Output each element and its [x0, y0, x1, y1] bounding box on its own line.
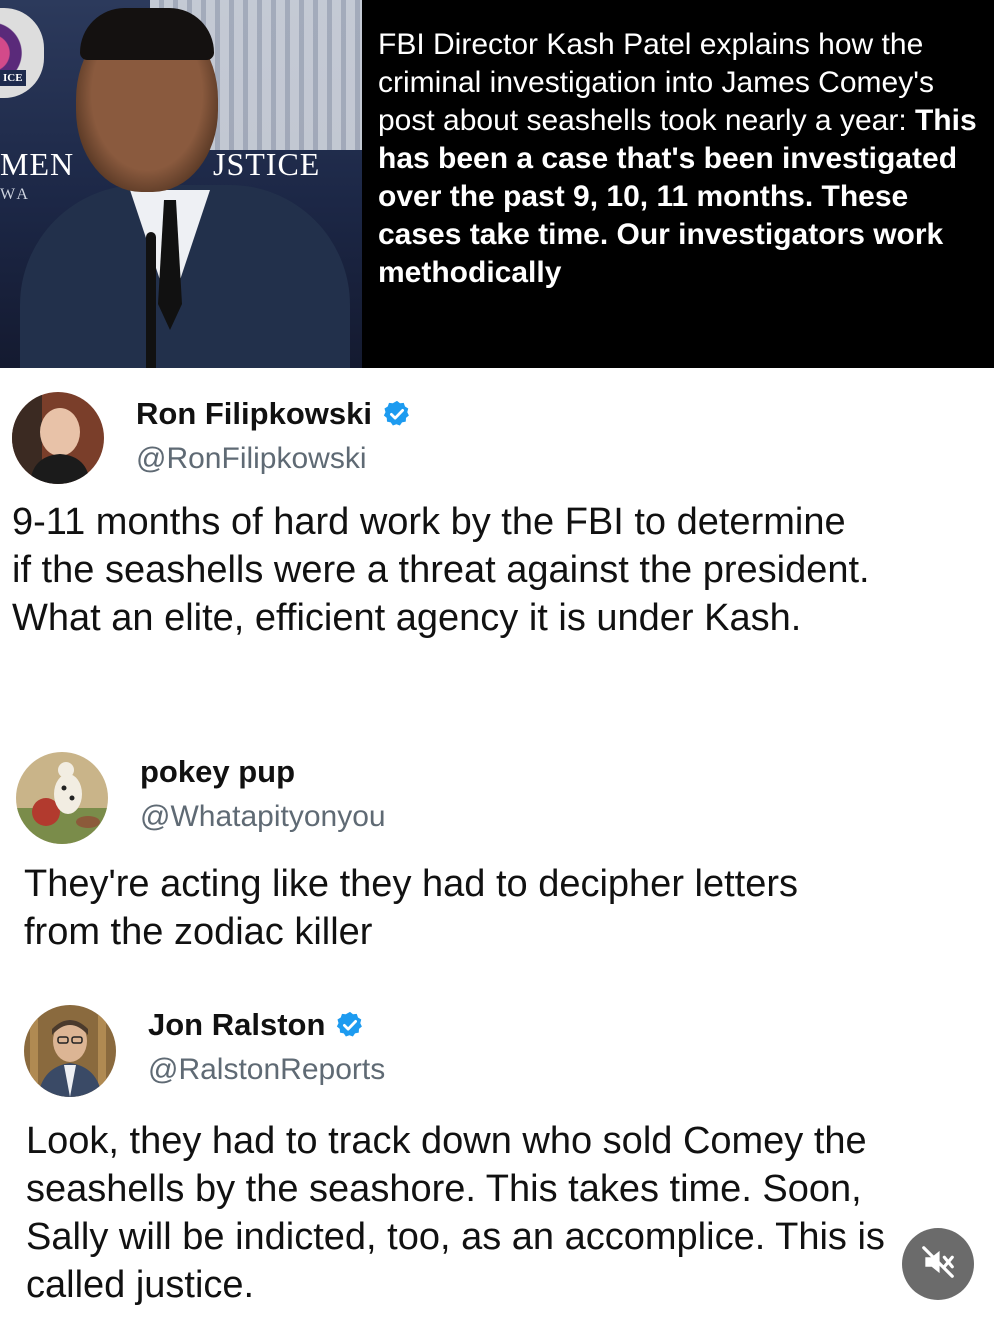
- tweet-text: 9-11 months of hard work by the FBI to d…: [12, 501, 870, 639]
- display-name-row: Ron Filipkowski: [136, 396, 412, 432]
- seal-text: ICE: [0, 70, 26, 86]
- avatar[interactable]: [12, 392, 104, 484]
- display-name[interactable]: Ron Filipkowski: [136, 396, 372, 432]
- speaker-hair: [80, 8, 214, 60]
- tweet-text: They're acting like they had to decipher…: [24, 863, 799, 953]
- handle[interactable]: @RonFilipkowski: [136, 442, 367, 476]
- display-name[interactable]: Jon Ralston: [148, 1007, 325, 1043]
- news-card: ICE MEN JSTICE WA FBI Director Kash Pate…: [0, 0, 994, 368]
- muted-speaker-icon: [919, 1243, 957, 1286]
- news-caption-intro: FBI Director Kash Patel explains how the…: [378, 28, 934, 137]
- avatar[interactable]: [24, 1005, 116, 1097]
- verified-badge-icon: [382, 399, 412, 429]
- tweet-text: Look, they had to track down who sold Co…: [26, 1120, 885, 1306]
- mute-button[interactable]: [902, 1228, 974, 1300]
- display-name-row: pokey pup: [140, 754, 295, 790]
- backdrop-word-small: WA: [0, 186, 31, 203]
- backdrop-word-left: MEN: [0, 146, 75, 182]
- avatar[interactable]: [16, 752, 108, 844]
- handle[interactable]: @Whatapityonyou: [140, 800, 386, 834]
- display-name[interactable]: pokey pup: [140, 754, 295, 790]
- handle[interactable]: @RalstonReports: [148, 1053, 385, 1087]
- tweet-ron-filipkowski[interactable]: Ron Filipkowski @RonFilipkowski 9-11 mon…: [0, 392, 994, 702]
- tweet-pokey-pup[interactable]: pokey pup @Whatapityonyou They're acting…: [0, 752, 994, 972]
- news-photo: ICE MEN JSTICE WA: [0, 0, 362, 368]
- display-name-row: Jon Ralston: [148, 1007, 365, 1043]
- backdrop-word-right: JSTICE: [213, 146, 321, 182]
- verified-badge-icon: [335, 1010, 365, 1040]
- tweet-jon-ralston[interactable]: Jon Ralston @RalstonReports Look, they h…: [0, 1005, 994, 1315]
- microphone: [146, 232, 156, 368]
- news-caption: FBI Director Kash Patel explains how the…: [378, 26, 984, 292]
